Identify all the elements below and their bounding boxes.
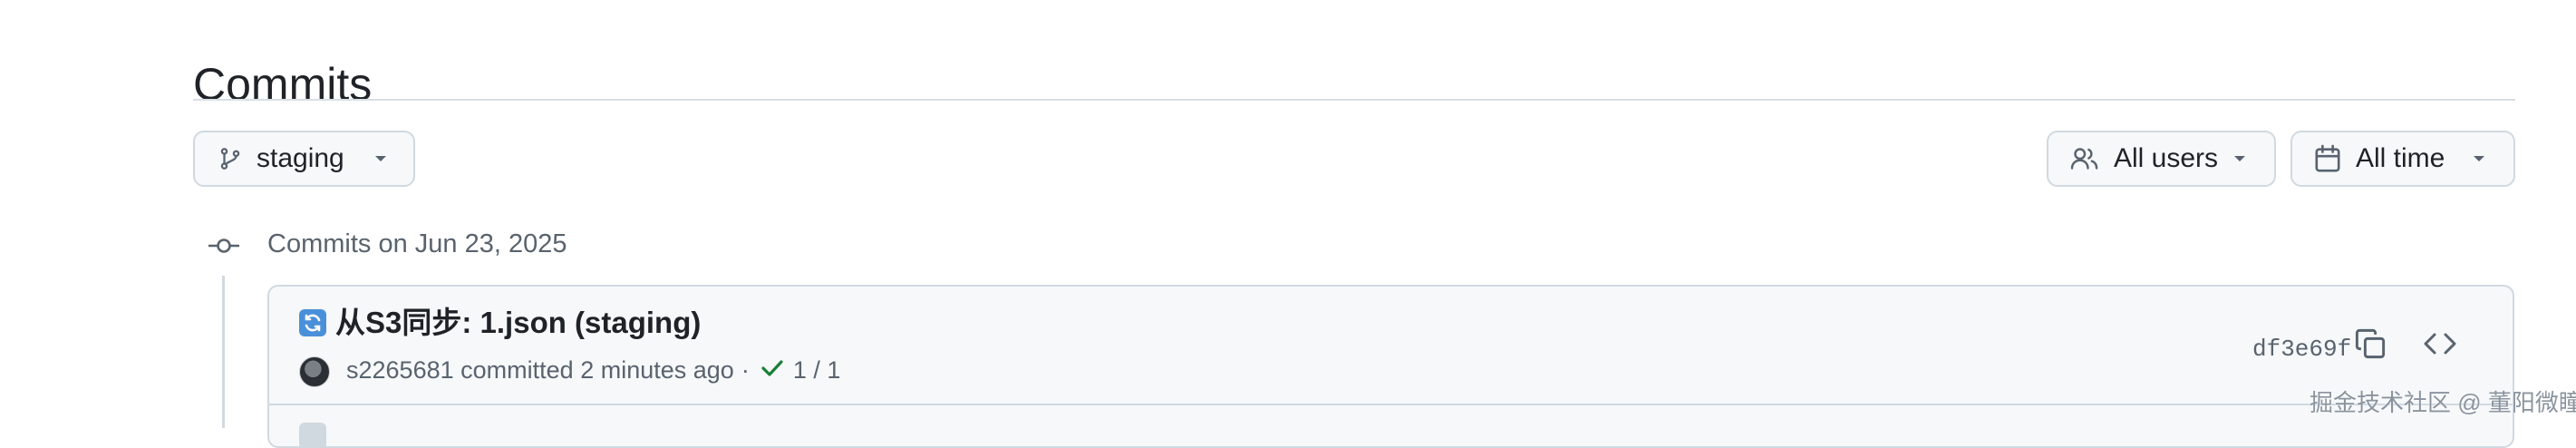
timeline-line — [222, 276, 225, 428]
commit-group-heading: Commits on Jun 23, 2025 — [267, 229, 567, 258]
checks-status[interactable]: 1 / 1 — [793, 354, 841, 386]
caret-down-icon — [373, 154, 388, 163]
commit-title-link[interactable]: 从S3同步: 1.json (staging) — [335, 305, 701, 341]
users-filter-label: All users — [2114, 143, 2219, 173]
meta-separator: · — [741, 356, 750, 384]
caret-down-icon — [2232, 154, 2247, 163]
commit-action-text: committed — [460, 356, 574, 384]
time-filter-label: All time — [2356, 143, 2445, 173]
next-commit-emoji — [299, 423, 326, 446]
commit-time: 2 minutes ago — [580, 356, 734, 384]
avatar[interactable] — [299, 356, 330, 387]
users-filter-button[interactable]: All users — [2047, 131, 2276, 187]
row-divider — [269, 404, 2513, 405]
commit-meta: s2265681 committed 2 minutes ago · 1 / 1 — [346, 354, 840, 386]
time-filter-button[interactable]: All time — [2290, 131, 2515, 187]
commit-list: 从S3同步: 1.json (staging) s2265681 committ… — [267, 285, 2514, 448]
branch-select-button[interactable]: staging — [193, 131, 415, 187]
calendar-icon — [2314, 144, 2341, 173]
arrows-counterclockwise-icon — [299, 309, 326, 336]
git-branch-icon — [218, 145, 242, 172]
commit-author-link[interactable]: s2265681 — [346, 354, 454, 386]
watermark-text: 掘金技术社区 @ 董阳微瞳 — [2310, 389, 2576, 416]
check-icon[interactable] — [760, 354, 784, 386]
people-icon — [2070, 146, 2099, 171]
caret-down-icon — [2472, 154, 2486, 163]
page-title: Commits — [193, 58, 373, 110]
code-icon[interactable] — [2424, 330, 2456, 362]
git-commit-icon — [208, 233, 239, 263]
copy-icon[interactable] — [2354, 327, 2387, 365]
title-divider — [193, 99, 2515, 101]
branch-select-label: staging — [257, 143, 344, 173]
commit-sha-link[interactable]: df3e69f — [2252, 334, 2351, 365]
